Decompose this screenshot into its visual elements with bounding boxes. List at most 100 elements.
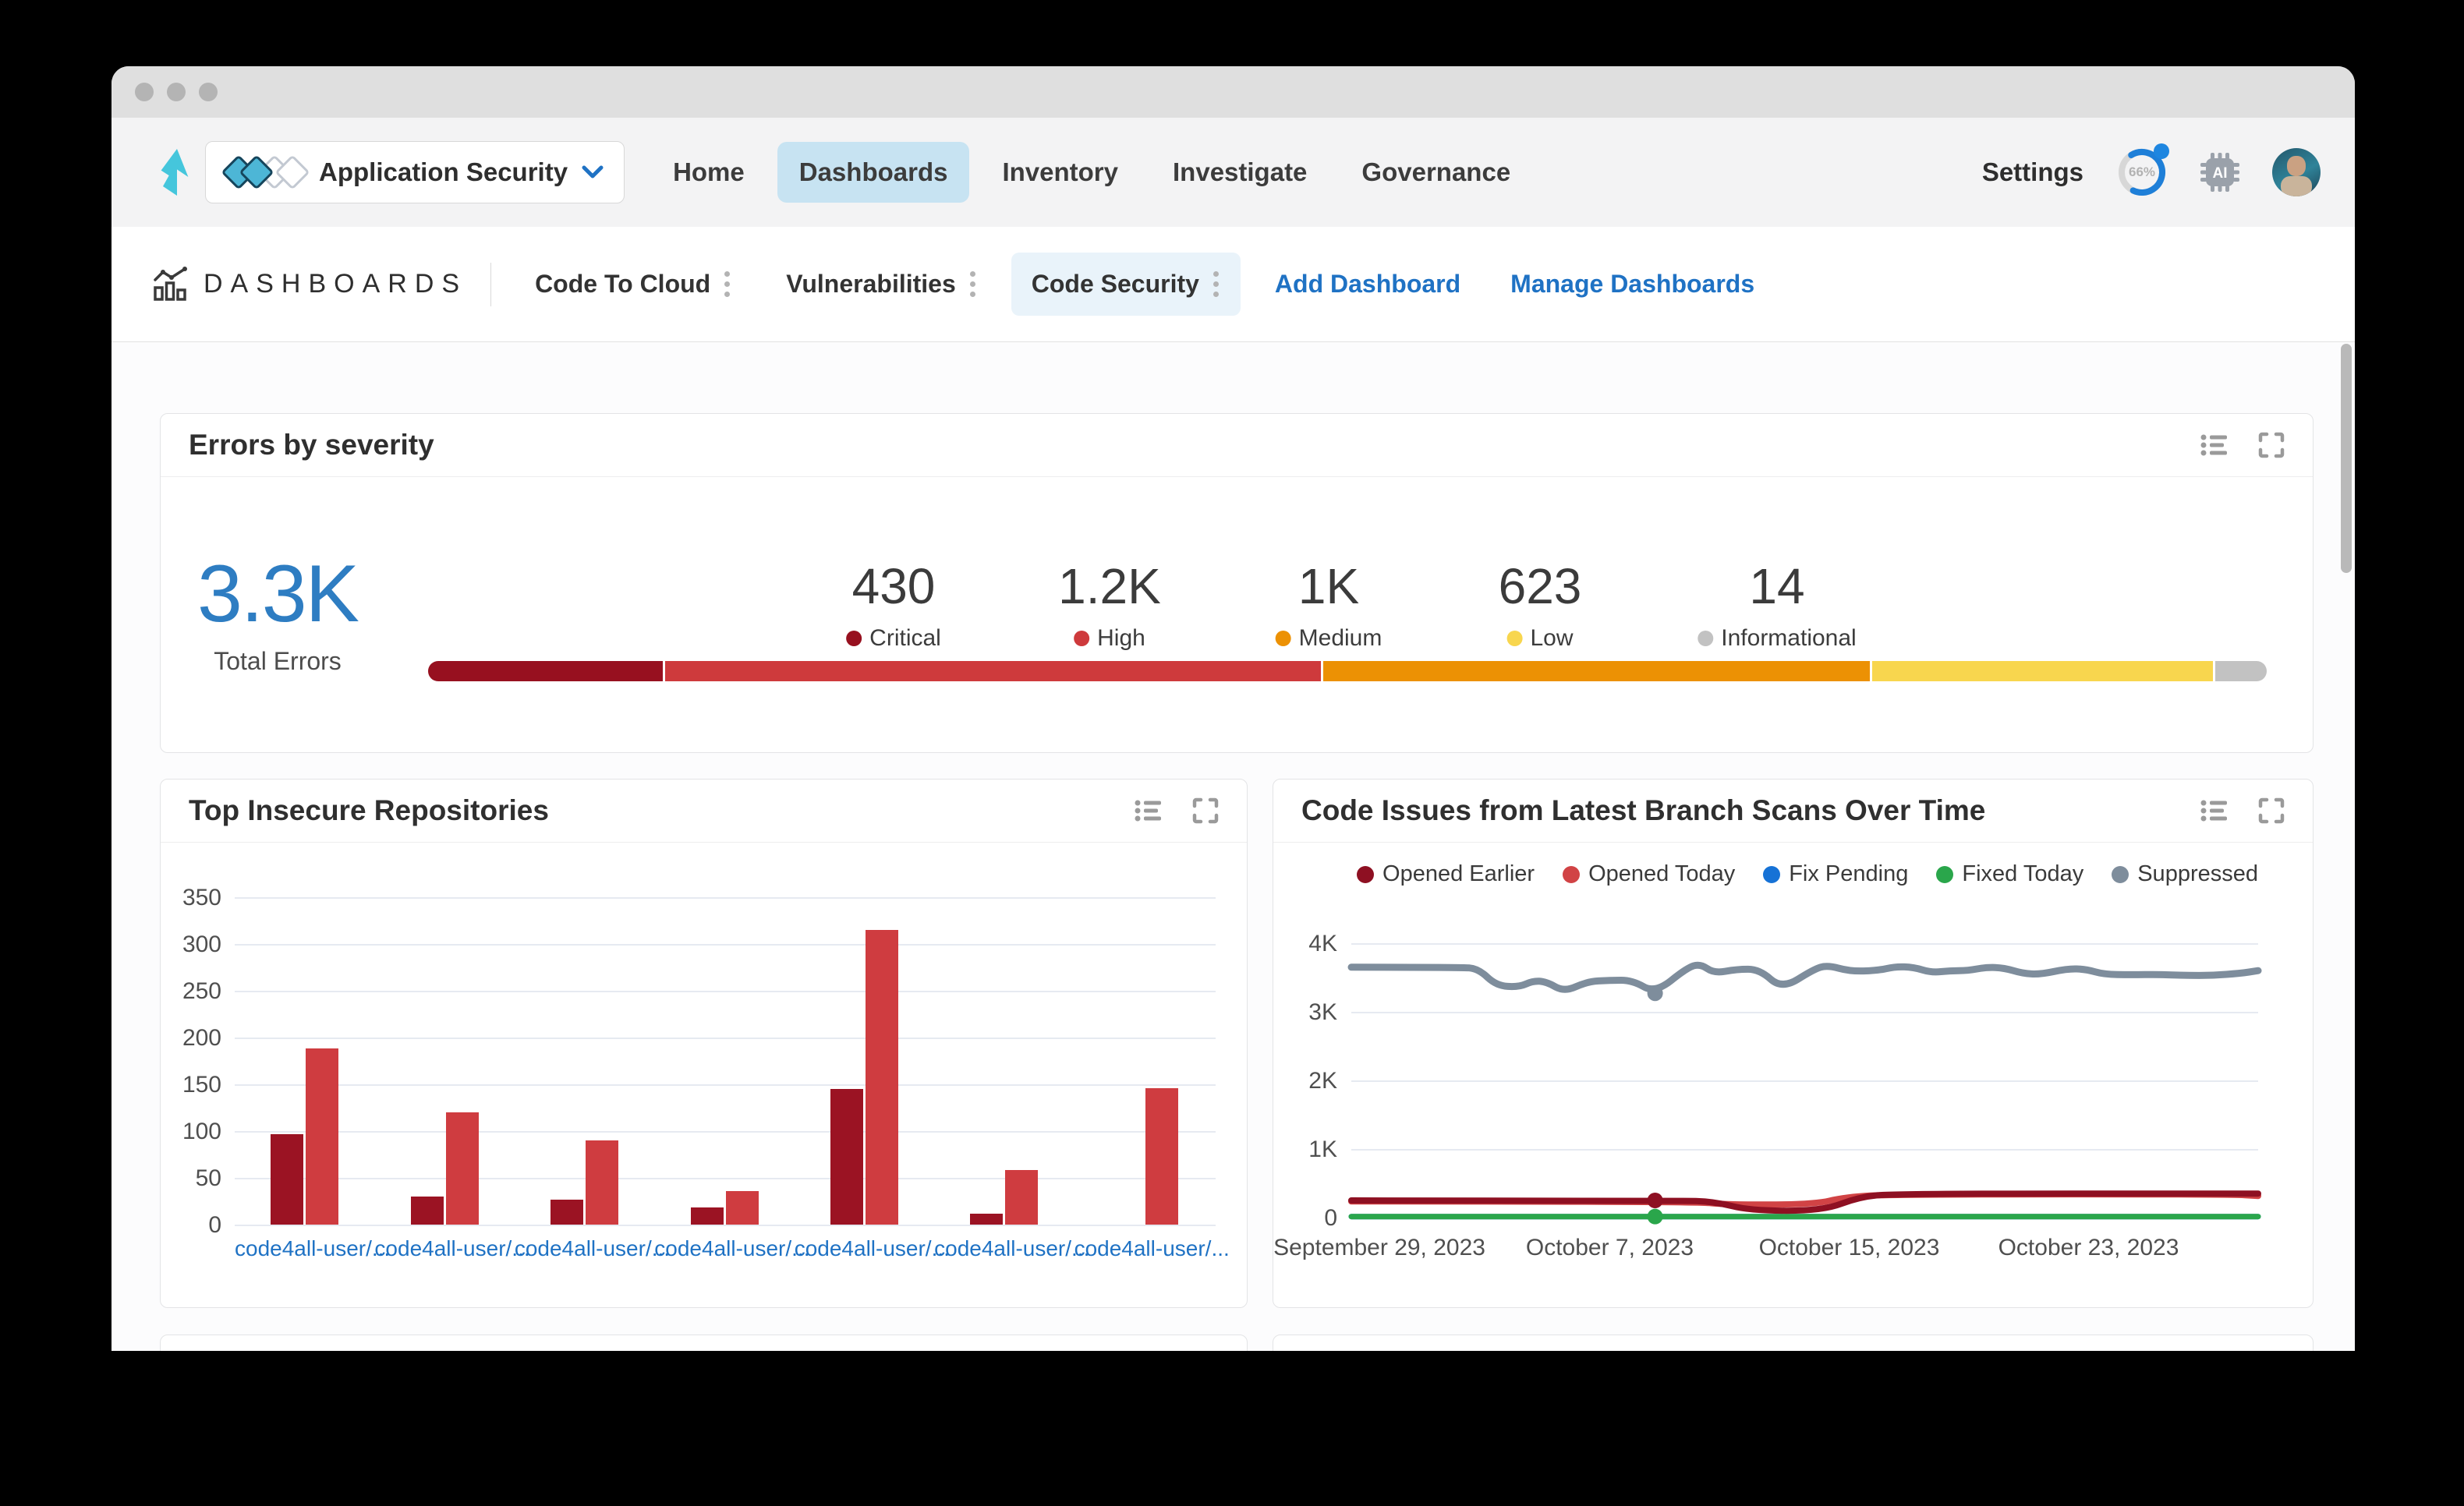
severity-value: 1.2K bbox=[1058, 558, 1161, 614]
module-selector[interactable]: Application Security bbox=[205, 141, 625, 203]
tab-label: Code To Cloud bbox=[535, 270, 711, 298]
latest-code-review-scans-card: Latest Code Review Scans bbox=[1273, 1335, 2314, 1351]
repo-bar[interactable] bbox=[1005, 1170, 1039, 1225]
legend-item-opened-earlier[interactable]: Opened Earlier bbox=[1357, 861, 1535, 887]
gridline bbox=[235, 897, 1216, 899]
nav-item-governance[interactable]: Governance bbox=[1340, 142, 1532, 203]
y-axis-tick: 1K bbox=[1308, 1137, 1337, 1162]
notification-dot bbox=[2154, 143, 2169, 159]
main-nav: Home Dashboards Inventory Investigate Govern… bbox=[651, 142, 1532, 203]
repo-bar[interactable] bbox=[410, 1197, 444, 1225]
card-title: Errors by severity bbox=[189, 429, 434, 461]
legend-dot bbox=[1563, 865, 1581, 883]
usage-progress-ring[interactable]: 66% bbox=[2116, 143, 2169, 198]
repo-bar[interactable] bbox=[551, 1199, 584, 1225]
window-control-dot[interactable] bbox=[199, 83, 218, 101]
tab-menu-icon[interactable] bbox=[1212, 270, 1220, 299]
y-axis-tick: 0 bbox=[1324, 1205, 1337, 1231]
repo-link[interactable]: code4all-user/... bbox=[795, 1236, 950, 1261]
repo-link[interactable]: code4all-user/... bbox=[235, 1236, 390, 1261]
repo-bar[interactable] bbox=[690, 1207, 724, 1225]
legend-label: Fix Pending bbox=[1789, 861, 1909, 886]
repo-link[interactable]: code4all-user/... bbox=[654, 1236, 809, 1261]
list-view-icon[interactable] bbox=[1135, 798, 1163, 823]
expand-icon[interactable] bbox=[1192, 797, 1219, 824]
dashboard-actions: Add Dashboard Manage Dashboards bbox=[1275, 270, 1754, 299]
y-axis-tick: 300 bbox=[182, 932, 221, 957]
add-dashboard-link[interactable]: Add Dashboard bbox=[1275, 270, 1460, 299]
window-control-dot[interactable] bbox=[135, 83, 154, 101]
repo-bar[interactable] bbox=[1145, 1087, 1178, 1225]
tab-menu-icon[interactable] bbox=[968, 270, 977, 299]
header-right-group: Settings 66% AI bbox=[1982, 143, 2321, 198]
repo-link[interactable]: code4all-user/... bbox=[374, 1236, 529, 1261]
y-axis-tick: 250 bbox=[182, 978, 221, 1004]
total-errors-block: 3.3K Total Errors bbox=[184, 553, 371, 676]
repo-bar[interactable] bbox=[830, 1089, 863, 1225]
y-axis-tick: 0 bbox=[208, 1212, 221, 1238]
dashboard-tab-code-security[interactable]: Code Security bbox=[1011, 253, 1241, 316]
series-marker-suppressed[interactable] bbox=[1647, 985, 1663, 1002]
nav-item-dashboards[interactable]: Dashboards bbox=[777, 142, 970, 203]
series-marker-opened-earlier[interactable] bbox=[1647, 1193, 1663, 1208]
repo-bar[interactable] bbox=[865, 930, 898, 1225]
dashboard-tab-vulnerabilities[interactable]: Vulnerabilities bbox=[766, 253, 997, 316]
screen-background: Application Security Home Dashboards Inven… bbox=[0, 0, 2464, 1506]
legend-item-opened-today[interactable]: Opened Today bbox=[1563, 861, 1735, 887]
severity-value: 14 bbox=[1749, 558, 1805, 614]
legend-label: Suppressed bbox=[2137, 861, 2258, 886]
severity-dot bbox=[1275, 631, 1291, 646]
repo-link[interactable]: code4all-user/... bbox=[515, 1236, 670, 1261]
repo-bar[interactable] bbox=[271, 1133, 304, 1225]
page-scrollbar[interactable] bbox=[2341, 344, 2352, 573]
gridline bbox=[235, 1225, 1216, 1226]
repo-bar[interactable] bbox=[306, 1048, 339, 1225]
user-avatar[interactable] bbox=[2272, 148, 2321, 196]
legend-item-fix-pending[interactable]: Fix Pending bbox=[1763, 861, 1908, 887]
bar-segment-critical bbox=[428, 661, 664, 681]
settings-button[interactable]: Settings bbox=[1982, 157, 2083, 187]
svg-text:AI: AI bbox=[2213, 165, 2228, 182]
gridline bbox=[235, 1038, 1216, 1039]
dashboard-tabs: Code To Cloud Vulnerabilities Code Securit… bbox=[515, 253, 1241, 316]
bar-segment-medium bbox=[1323, 661, 1871, 681]
severity-label: Informational bbox=[1698, 625, 1857, 652]
repo-bar[interactable] bbox=[725, 1190, 759, 1225]
ai-assistant-icon[interactable]: AI bbox=[2200, 153, 2239, 192]
tab-menu-icon[interactable] bbox=[723, 270, 731, 299]
severity-stat-medium: 1K Medium bbox=[1275, 561, 1382, 652]
bar-segment-low bbox=[1872, 661, 2213, 681]
errors-by-severity-card: Errors by severity 3.3K Total Errors 430… bbox=[160, 413, 2314, 753]
legend-dot bbox=[2112, 865, 2129, 883]
gridline bbox=[235, 1178, 1216, 1179]
list-view-icon[interactable] bbox=[2200, 798, 2229, 823]
card-title: Code Vulnerabilities from Latest Branch … bbox=[189, 1350, 979, 1351]
expand-icon[interactable] bbox=[2258, 797, 2285, 824]
charts-row: Top Insecure Repositories 0 50 100 150 2… bbox=[160, 779, 2314, 1308]
window-control-dot[interactable] bbox=[167, 83, 186, 101]
line-chart-canvas bbox=[1347, 961, 2262, 1225]
repo-bar[interactable] bbox=[970, 1213, 1004, 1225]
severity-dot bbox=[1698, 631, 1714, 646]
severity-label: High bbox=[1058, 625, 1161, 652]
series-marker-fixed-today[interactable] bbox=[1647, 1208, 1663, 1225]
code-issues-line-chart: 0 1K 2K 3K 4K September 29, 2023 October 7, 20… bbox=[1273, 843, 2313, 1306]
expand-icon[interactable] bbox=[2258, 432, 2285, 458]
manage-dashboards-link[interactable]: Manage Dashboards bbox=[1510, 270, 1754, 299]
prisma-cloud-logo-icon[interactable] bbox=[152, 149, 193, 196]
repo-link[interactable]: code4all-user/... bbox=[934, 1236, 1089, 1261]
nav-item-home[interactable]: Home bbox=[651, 142, 766, 203]
x-axis-tick: September 29, 2023 bbox=[1273, 1235, 1485, 1260]
repo-link[interactable]: code4all-user/... bbox=[1074, 1236, 1230, 1261]
nav-item-investigate[interactable]: Investigate bbox=[1151, 142, 1329, 203]
list-view-icon[interactable] bbox=[2200, 433, 2229, 458]
repo-bar[interactable] bbox=[586, 1140, 619, 1225]
y-axis-tick: 100 bbox=[182, 1119, 221, 1144]
repo-bar[interactable] bbox=[445, 1112, 479, 1225]
legend-item-suppressed[interactable]: Suppressed bbox=[2112, 861, 2258, 887]
dashboard-tab-code-to-cloud[interactable]: Code To Cloud bbox=[515, 253, 752, 316]
legend-item-fixed-today[interactable]: Fixed Today bbox=[1936, 861, 2083, 887]
severity-dot bbox=[846, 631, 862, 646]
nav-item-inventory[interactable]: Inventory bbox=[980, 142, 1140, 203]
series-line-suppressed bbox=[1347, 961, 2262, 993]
